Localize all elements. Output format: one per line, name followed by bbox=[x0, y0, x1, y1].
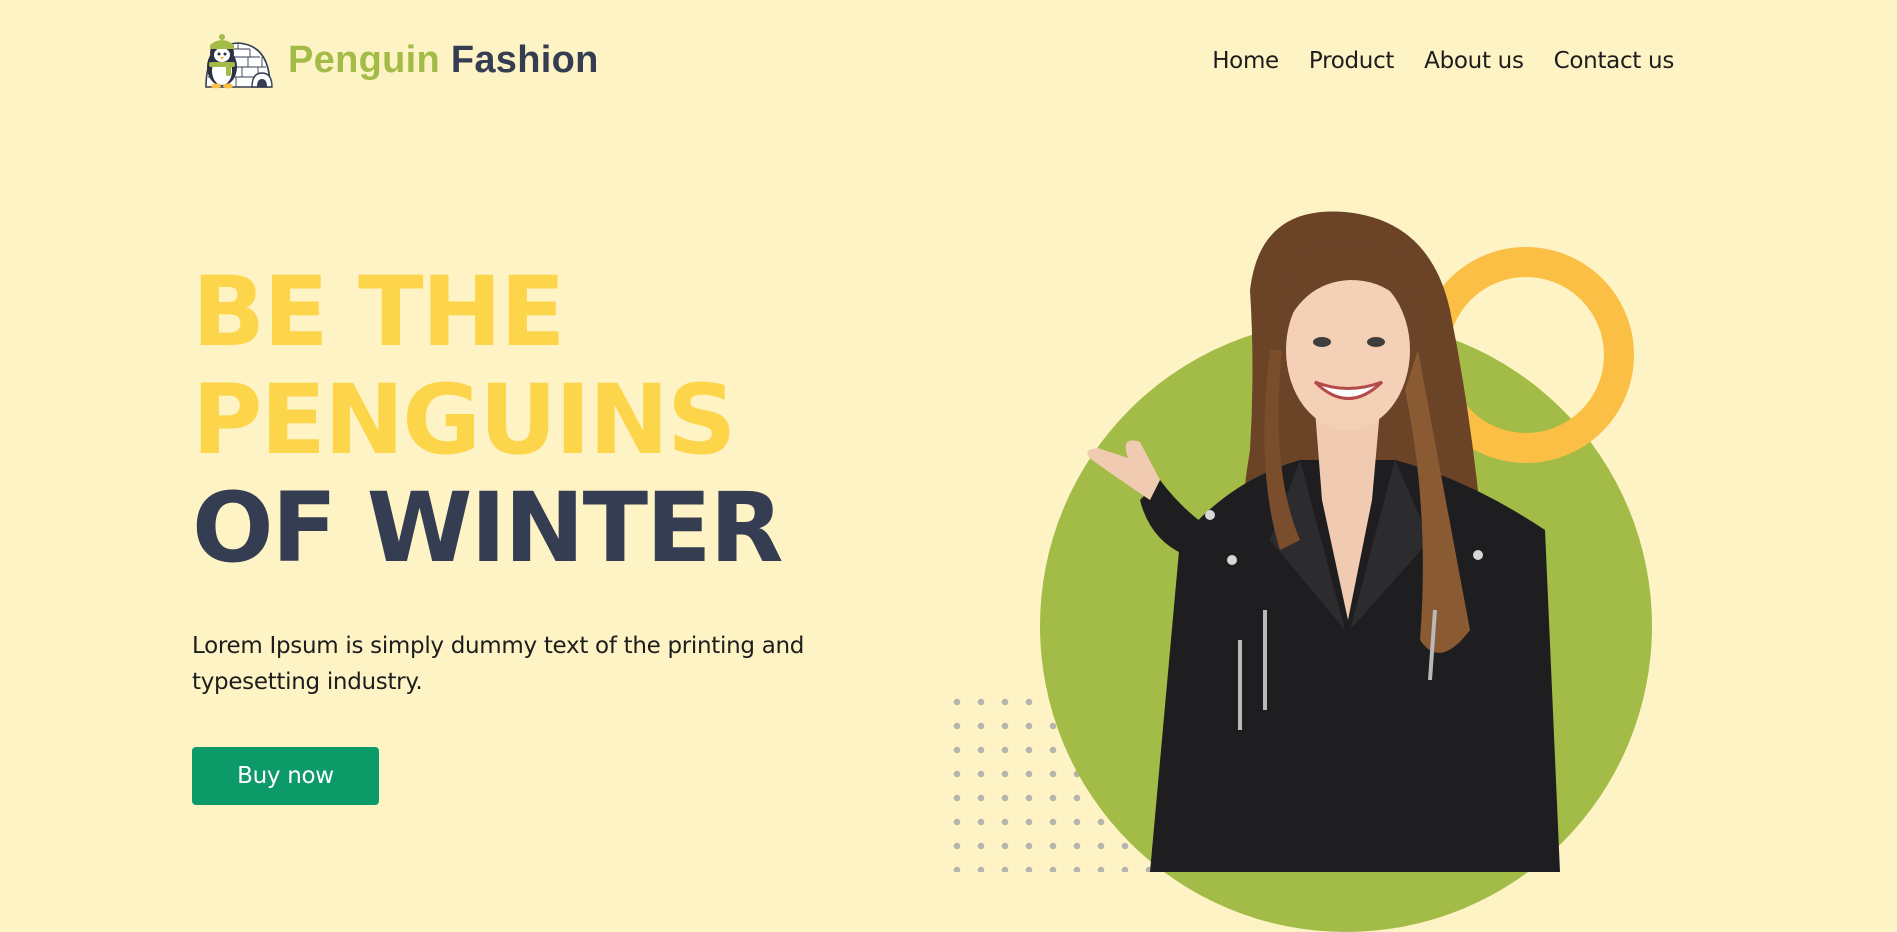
brand-name: Penguin Fashion bbox=[288, 39, 599, 82]
nav-contact-us[interactable]: Contact us bbox=[1554, 48, 1675, 74]
hero-title-line1: BE THE bbox=[192, 256, 566, 368]
penguin-igloo-icon bbox=[205, 34, 273, 89]
hero-title-line3: OF WINTER bbox=[192, 472, 784, 584]
site-header: Penguin Fashion Home Product About us Co… bbox=[0, 0, 1897, 130]
brand-name-part2: Fashion bbox=[450, 38, 599, 81]
brand-logo[interactable]: Penguin Fashion bbox=[192, 30, 599, 90]
hero-title-line2: PENGUINS bbox=[192, 364, 736, 476]
nav-product[interactable]: Product bbox=[1309, 48, 1395, 74]
buy-now-button[interactable]: Buy now bbox=[192, 747, 379, 805]
nav-about-us[interactable]: About us bbox=[1424, 48, 1524, 74]
hero-description: Lorem Ipsum is simply dummy text of the … bbox=[192, 633, 805, 695]
hero-title: BE THE PENGUINS OF WINTER bbox=[192, 256, 784, 584]
nav-home[interactable]: Home bbox=[1212, 48, 1279, 74]
main-nav: Home Product About us Contact us bbox=[1212, 48, 1674, 74]
model-image bbox=[1087, 211, 1560, 872]
brand-name-part1: Penguin bbox=[288, 38, 440, 81]
